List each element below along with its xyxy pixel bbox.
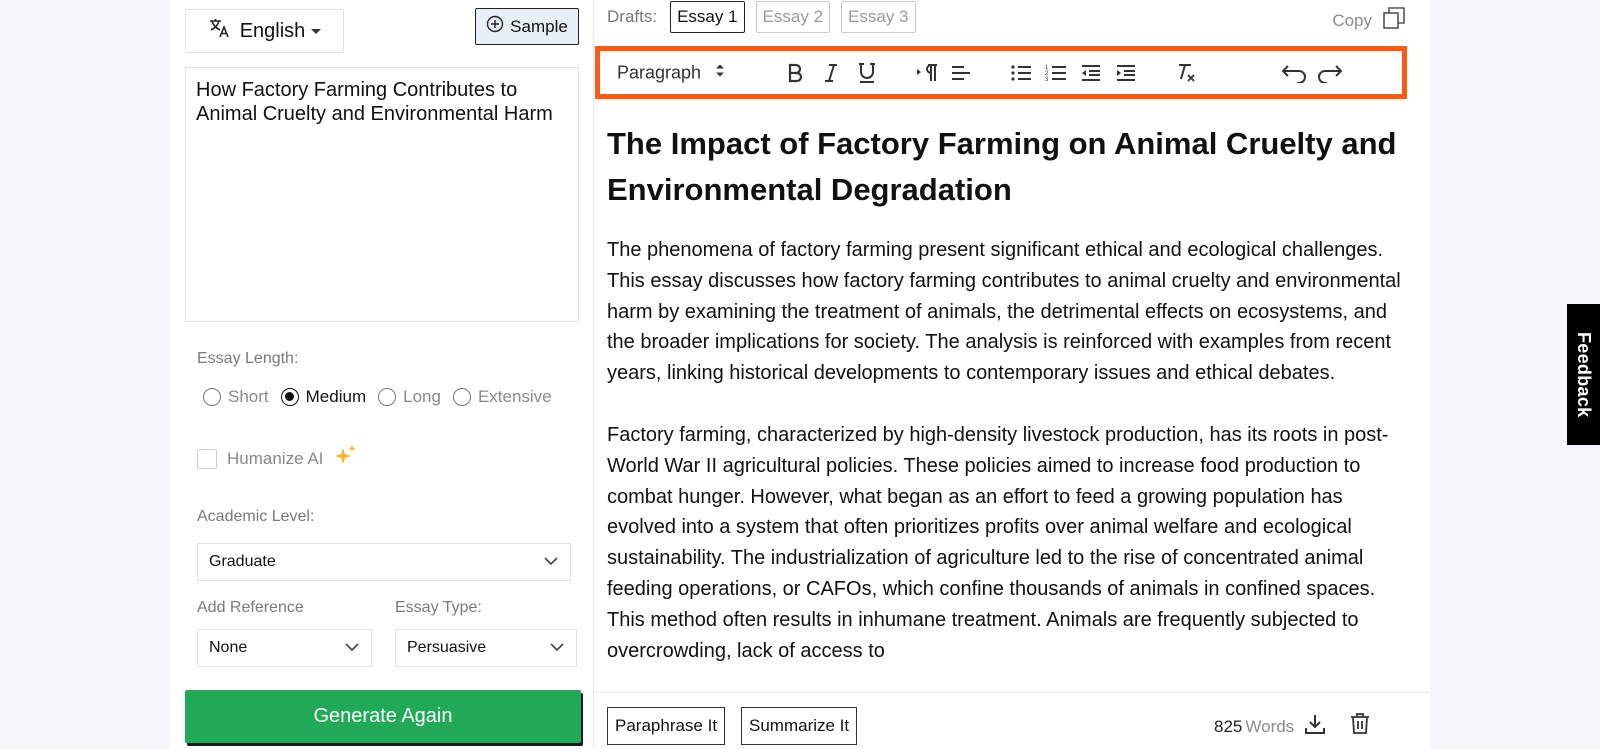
select-value: Persuasive (407, 639, 487, 656)
generate-again-button[interactable]: Generate Again (185, 690, 581, 743)
essay-title: The Impact of Factory Farming on Animal … (607, 126, 1397, 207)
sample-label: Sample (510, 16, 568, 36)
editor-toolbar: Paragraph 123 (595, 46, 1407, 99)
outdent-icon[interactable] (1080, 64, 1102, 82)
undo-icon[interactable] (1280, 63, 1308, 83)
bullet-list-icon[interactable] (1010, 64, 1032, 82)
updown-icon (715, 62, 725, 83)
text-direction-icon[interactable] (916, 63, 938, 83)
tab-essay-2[interactable]: Essay 2 (755, 1, 831, 33)
radio-extensive[interactable]: Extensive (452, 387, 552, 407)
radio-long[interactable]: Long (378, 387, 441, 407)
radio-circle (280, 388, 299, 406)
bold-icon[interactable] (787, 63, 803, 83)
essay-type-select[interactable]: Persuasive (395, 629, 577, 667)
translate-icon (208, 17, 232, 45)
essay-length-label: Essay Length: (197, 350, 299, 367)
word-count: 825 Words (1214, 717, 1294, 737)
radio-short[interactable]: Short (203, 387, 269, 407)
radio-label: Medium (305, 387, 367, 406)
humanize-label: Humanize AI (227, 448, 324, 468)
academic-level-label: Academic Level: (197, 508, 315, 525)
drafts-bar: Drafts: Essay 1 Essay 2 Essay 3 (607, 1, 916, 33)
clear-format-icon[interactable] (1175, 63, 1197, 83)
chevron-down-icon (550, 639, 564, 657)
italic-icon[interactable] (823, 63, 839, 83)
chevron-down-icon (311, 28, 322, 34)
tab-essay-1[interactable]: Essay 1 (670, 1, 745, 33)
radio-medium[interactable]: Medium (280, 387, 367, 407)
select-value: Graduate (209, 553, 276, 570)
radio-circle (452, 388, 471, 406)
indent-icon[interactable] (1115, 64, 1137, 82)
radio-label: Long (403, 387, 441, 406)
copy-label: Copy (1332, 10, 1372, 30)
numbered-list-icon[interactable]: 123 (1045, 63, 1067, 83)
humanize-checkbox[interactable]: Humanize AI (197, 444, 357, 473)
underline-icon[interactable] (858, 62, 876, 84)
svg-text:3: 3 (1045, 77, 1049, 83)
sample-button[interactable]: Sample (475, 8, 579, 45)
checkbox-box (197, 448, 217, 469)
essay-editor[interactable]: The Impact of Factory Farming on Animal … (607, 102, 1407, 692)
tab-essay-3[interactable]: Essay 3 (841, 1, 916, 33)
topic-input[interactable]: How Factory Farming Contributes to Anima… (185, 67, 579, 322)
paraphrase-button[interactable]: Paraphrase It (607, 707, 726, 745)
academic-level-select[interactable]: Graduate (197, 543, 571, 581)
add-reference-select[interactable]: None (197, 629, 372, 667)
chevron-down-icon (345, 639, 359, 657)
essay-paragraph: The phenomena of factory farming present… (607, 239, 1401, 385)
radio-label: Short (228, 387, 269, 406)
radio-label: Extensive (477, 387, 552, 406)
download-icon[interactable] (1304, 713, 1326, 740)
chevron-down-icon (544, 553, 558, 571)
word-count-value: 825 (1214, 717, 1243, 736)
feedback-tab[interactable]: Feedback (1567, 304, 1600, 445)
radio-circle (203, 388, 221, 406)
essay-type-label: Essay Type: (395, 599, 482, 616)
essay-app: English Sample How Factory Farming Contr… (170, 0, 1430, 749)
paragraph-label: Paragraph (617, 62, 702, 82)
drafts-label: Drafts: (607, 7, 658, 26)
plus-circle-icon (486, 15, 504, 38)
radio-circle (378, 388, 397, 406)
select-value: None (209, 639, 248, 656)
redo-icon[interactable] (1316, 63, 1344, 83)
settings-panel: English Sample How Factory Farming Contr… (170, 0, 594, 749)
language-selector[interactable]: English (185, 9, 344, 53)
sparkle-icon (333, 444, 357, 473)
words-label: Words (1245, 717, 1295, 736)
trash-icon[interactable] (1350, 712, 1370, 739)
add-reference-label: Add Reference (197, 599, 304, 616)
editor-panel: Drafts: Essay 1 Essay 2 Essay 3 Copy Par… (594, 0, 1430, 749)
align-left-icon[interactable] (950, 64, 972, 82)
copy-icon (1382, 6, 1406, 35)
summarize-button[interactable]: Summarize It (741, 707, 858, 745)
essay-paragraph: Factory farming, characterized by high-d… (607, 423, 1389, 662)
language-label: English (239, 19, 306, 42)
paragraph-style-select[interactable]: Paragraph (617, 62, 725, 83)
copy-button[interactable]: Copy (1332, 6, 1406, 35)
editor-footer: Paraphrase It Summarize It 825 Words (594, 692, 1430, 749)
essay-length-options: Short Medium Long Extensive (203, 387, 564, 407)
